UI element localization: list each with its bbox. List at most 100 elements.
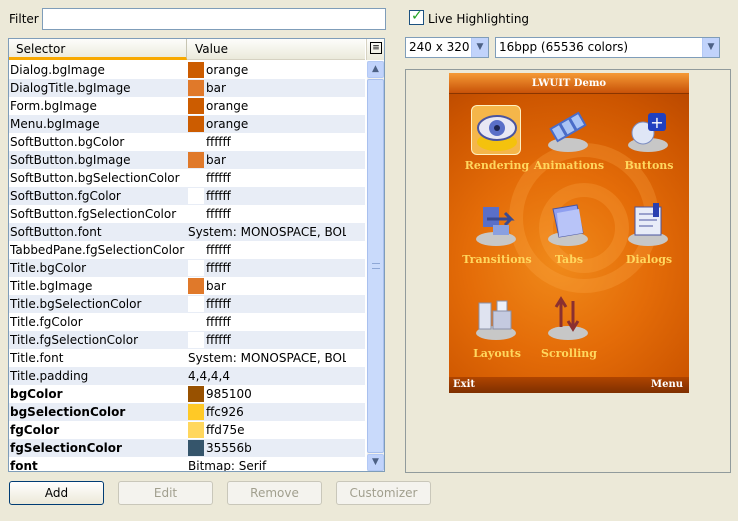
selector-cell: Title.bgSelectionColor: [10, 297, 142, 311]
scroll-arrows-icon: [543, 293, 593, 343]
selector-cell: Title.bgImage: [10, 279, 93, 293]
transition-icon: [471, 199, 521, 249]
selector-cell: TabbedPane.fgSelectionColor: [10, 243, 185, 257]
value-cell: 985100: [206, 387, 252, 401]
eye-icon: [471, 105, 521, 155]
color-swatch: [188, 152, 204, 168]
resolution-value: 240 x 320: [409, 40, 470, 54]
value-cell: ffc926: [206, 405, 244, 419]
table-row[interactable]: Title.bgImage bar: [9, 277, 365, 295]
table-row[interactable]: SoftButton.font System: MONOSPACE, BOLD..…: [9, 223, 365, 241]
table-row[interactable]: DialogTitle.bgImage bar: [9, 79, 365, 97]
color-depth-value: 16bpp (65536 colors): [499, 40, 629, 54]
phone-app-label: Layouts: [473, 347, 521, 360]
folder-icon: [543, 199, 593, 249]
value-cell: System: MONOSPACE, BOLD...: [188, 351, 346, 365]
table-row[interactable]: bgSelectionColor ffc926: [9, 403, 365, 421]
table-row[interactable]: Title.fgSelectionColor ffffff: [9, 331, 365, 349]
table-row[interactable]: Form.bgImage orange: [9, 97, 365, 115]
table-row[interactable]: Title.font System: MONOSPACE, BOLD...: [9, 349, 365, 367]
value-cell: ffffff: [206, 297, 231, 311]
table-row[interactable]: Title.padding 4,4,4,4: [9, 367, 365, 385]
table-row[interactable]: Title.fgColor ffffff: [9, 313, 365, 331]
edit-button[interactable]: Edit: [118, 481, 213, 505]
table-row[interactable]: bgColor 985100: [9, 385, 365, 403]
svg-text:+: +: [650, 113, 663, 132]
phone-screen[interactable]: LWUIT Demo Rendering Animations + Buttons Tr…: [449, 73, 689, 393]
phone-app-dialogs[interactable]: Dialogs: [609, 193, 689, 287]
scroll-up-button[interactable]: ▲: [367, 61, 384, 78]
value-column-header[interactable]: Value: [188, 39, 365, 60]
color-swatch: [188, 332, 204, 348]
selector-column-header[interactable]: Selector: [9, 39, 187, 60]
chevron-down-icon[interactable]: ▼: [471, 38, 488, 57]
selector-cell: Menu.bgImage: [10, 117, 100, 131]
column-menu-icon: ≡: [370, 42, 382, 54]
table-row[interactable]: Title.bgSelectionColor ffffff: [9, 295, 365, 313]
phone-app-label: Dialogs: [625, 253, 673, 266]
softkey-menu[interactable]: Menu: [651, 377, 683, 393]
phone-title-bar: LWUIT Demo: [449, 73, 689, 94]
color-swatch: [188, 260, 204, 276]
table-row[interactable]: SoftButton.bgSelectionColor ffffff: [9, 169, 365, 187]
theme-table: Selector Value ≡ Dialog.bgImage orange Dia…: [8, 38, 385, 472]
scroll-down-button[interactable]: ▼: [367, 454, 384, 471]
selector-cell: Dialog.bgImage: [10, 63, 105, 77]
table-row[interactable]: Menu.bgImage orange: [9, 115, 365, 133]
selector-cell: SoftButton.bgImage: [10, 153, 131, 167]
table-row[interactable]: SoftButton.fgSelectionColor ffffff: [9, 205, 365, 223]
table-row[interactable]: font Bitmap: Serif: [9, 457, 365, 472]
phone-app-scrolling[interactable]: Scrolling: [529, 287, 609, 381]
selector-cell: fgSelectionColor: [10, 441, 122, 455]
vertical-scrollbar[interactable]: ▲ ▼: [367, 61, 384, 471]
selector-cell: Title.fgSelectionColor: [10, 333, 139, 347]
check-icon: ✓: [411, 8, 423, 24]
selector-cell: SoftButton.fgSelectionColor: [10, 207, 177, 221]
phone-app-label: Rendering: [464, 159, 530, 172]
table-row[interactable]: SoftButton.bgColor ffffff: [9, 133, 365, 151]
phone-app-rendering[interactable]: Rendering: [457, 99, 537, 193]
phone-app-transitions[interactable]: Transitions: [457, 193, 537, 287]
value-cell: ffffff: [206, 171, 231, 185]
filter-input[interactable]: [42, 8, 386, 30]
chevron-down-icon[interactable]: ▼: [702, 38, 719, 57]
resolution-select[interactable]: 240 x 320 ▼: [405, 37, 489, 58]
color-swatch: [188, 62, 204, 78]
color-swatch: [188, 296, 204, 312]
button-plus-icon: +: [623, 105, 673, 155]
phone-app-layouts[interactable]: Layouts: [457, 287, 537, 381]
color-swatch: [188, 188, 204, 204]
table-body: Dialog.bgImage orange DialogTitle.bgImage b…: [9, 61, 365, 472]
table-row[interactable]: fgColor ffd75e: [9, 421, 365, 439]
color-depth-select[interactable]: 16bpp (65536 colors) ▼: [495, 37, 720, 58]
phone-app-label: Tabs: [554, 253, 584, 266]
value-cell: orange: [206, 63, 249, 77]
remove-button[interactable]: Remove: [227, 481, 322, 505]
phone-app-buttons[interactable]: + Buttons: [609, 99, 689, 193]
table-row[interactable]: SoftButton.fgColor ffffff: [9, 187, 365, 205]
preview-panel: LWUIT Demo Rendering Animations + Buttons Tr…: [405, 69, 731, 473]
value-cell: Bitmap: Serif: [188, 459, 267, 472]
color-swatch: [188, 314, 204, 330]
scroll-thumb[interactable]: [367, 79, 384, 453]
phone-app-animations[interactable]: Animations: [529, 99, 609, 193]
color-swatch: [188, 206, 204, 222]
live-highlighting-label[interactable]: Live Highlighting: [428, 12, 529, 26]
color-swatch: [188, 422, 204, 438]
customizer-button[interactable]: Customizer: [336, 481, 431, 505]
table-row[interactable]: Title.bgColor ffffff: [9, 259, 365, 277]
phone-app-label: Transitions: [462, 253, 532, 266]
softkey-exit[interactable]: Exit: [453, 377, 475, 393]
layout-blocks-icon: [471, 293, 521, 343]
add-button[interactable]: Add: [9, 481, 104, 505]
live-highlighting-checkbox[interactable]: ✓: [409, 8, 424, 25]
phone-app-tabs[interactable]: Tabs: [529, 193, 609, 287]
table-row[interactable]: TabbedPane.fgSelectionColor ffffff: [9, 241, 365, 259]
table-row[interactable]: Dialog.bgImage orange: [9, 61, 365, 79]
table-row[interactable]: fgSelectionColor 35556b: [9, 439, 365, 457]
column-control-button[interactable]: ≡: [366, 39, 384, 60]
selector-cell: SoftButton.bgColor: [10, 135, 125, 149]
selector-cell: font: [10, 459, 38, 472]
table-row[interactable]: SoftButton.bgImage bar: [9, 151, 365, 169]
filter-label: Filter: [9, 12, 39, 26]
